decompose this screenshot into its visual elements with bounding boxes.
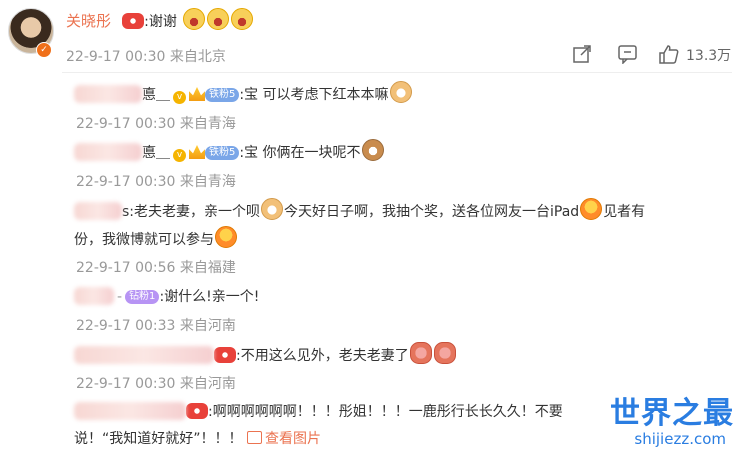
like-icon: [659, 45, 679, 64]
fan-crown-icon: [189, 145, 205, 159]
view-image-link[interactable]: 查看图片: [246, 431, 321, 447]
blurred-username: [74, 402, 186, 420]
comment-4-time: 22-9-17 00:33: [76, 318, 176, 334]
post-text: :谢谢: [144, 14, 177, 30]
comment-5-line: :不用这么见外，老夫老妻了: [74, 342, 457, 365]
comment-6-line2: 说！“我知道好就好”！！！ 查看图片: [74, 428, 321, 448]
blurred-username: [74, 143, 142, 161]
kiss-emoji-icon: [433, 342, 456, 364]
verified-icon: v: [173, 91, 186, 104]
vip-crown-icon: [186, 403, 208, 419]
fan-crown-icon: [189, 87, 205, 101]
comment-4-meta: 22-9-17 00:33 来自河南: [76, 315, 236, 335]
comment-2-line: 悳＿ v 铁粉5:宝 你俩在一块呢不: [74, 139, 385, 162]
comment-3-line2: 份，我微博就可以参与: [74, 226, 238, 249]
post-header: 关晓彤 :谢谢: [66, 8, 254, 31]
comment-3-meta: 22-9-17 00:56 来自福建: [76, 257, 236, 277]
share-icon[interactable]: [572, 44, 592, 69]
comment-6-text-b: 说！“我知道好就好”！！！: [74, 431, 243, 447]
vip-crown-icon: [214, 347, 236, 363]
comment-3-source: 来自福建: [179, 260, 236, 276]
kiss-emoji-icon: [409, 342, 432, 364]
watermark-title: 世界之最: [610, 396, 734, 431]
comment-1-name-fragment[interactable]: 悳＿: [142, 87, 170, 103]
comment-5-time: 22-9-17 00:30: [76, 376, 176, 392]
comment-6-line1: :啊啊啊啊啊啊！！！彤姐！！！一鹿彤行长长久久！不要: [74, 401, 563, 421]
comment-5-source: 来自河南: [179, 376, 236, 392]
comment-2-name-fragment[interactable]: 悳＿: [142, 145, 170, 161]
comment-3-line1: s:老夫老妻，亲一个呗 今天好日子啊，我抽个奖，送各位网友一台iPad 见者有: [74, 198, 645, 221]
comment-3-text-b: 今天好日子啊，我抽个奖，送各位网友一台iPad: [284, 204, 580, 220]
divider: [62, 72, 732, 73]
laugh-emoji-icon: [206, 8, 229, 30]
comment-3-text-d: 份，我微博就可以参与: [74, 232, 214, 248]
doge-emoji-icon: [261, 198, 284, 220]
comment-3-time: 22-9-17 00:56: [76, 260, 176, 276]
comment-4-source: 来自河南: [179, 318, 236, 334]
comment-1-text: :宝 可以考虑下红本本嘛: [239, 87, 389, 103]
doge-emoji-icon: [389, 81, 412, 103]
post-author[interactable]: 关晓彤: [66, 12, 111, 30]
watermark-url: shijiezz.com: [634, 430, 726, 448]
comment-1-source: 来自青海: [179, 116, 236, 132]
post-meta: 22-9-17 00:30 来自北京: [66, 46, 226, 66]
fan-badge: 铁粉5: [205, 146, 240, 160]
post-time: 22-9-17 00:30: [66, 49, 166, 65]
comment-1-time: 22-9-17 00:30: [76, 116, 176, 132]
hug-emoji-icon: [580, 198, 603, 220]
comment-5-meta: 22-9-17 00:30 来自河南: [76, 373, 236, 393]
hug-emoji-icon: [215, 226, 237, 248]
verified-icon: v: [173, 149, 186, 162]
laugh-emoji-icon: [182, 8, 205, 30]
blurred-username: [74, 202, 122, 220]
comment-6-text-a: :啊啊啊啊啊啊！！！彤姐！！！一鹿彤行长长久久！不要: [208, 404, 563, 420]
comment-4-text: :谢什么!亲一个!: [159, 289, 260, 305]
cat-emoji-icon: [361, 139, 384, 161]
blurred-username: [74, 85, 142, 103]
laugh-emoji-icon: [230, 8, 253, 30]
verified-badge-icon: ✓: [36, 42, 52, 58]
comment-3-text-c: 见者有: [603, 204, 646, 220]
comment-2-time: 22-9-17 00:30: [76, 174, 176, 190]
like-count: 13.3万: [686, 48, 732, 64]
image-icon: [246, 431, 262, 444]
fan-badge: 铁粉5: [205, 88, 240, 102]
comment-2-meta: 22-9-17 00:30 来自青海: [76, 171, 236, 191]
blurred-username: [74, 287, 114, 305]
post-source: 来自北京: [169, 49, 226, 65]
comment-4-line: - 钻粉1:谢什么!亲一个!: [74, 286, 259, 306]
like-button[interactable]: 13.3万: [658, 44, 731, 68]
comment-1-line: 悳＿ v 铁粉5:宝 可以考虑下红本本嘛: [74, 81, 413, 104]
fan-badge: 钻粉1: [125, 290, 160, 304]
comment-1-meta: 22-9-17 00:30 来自青海: [76, 113, 236, 133]
vip-crown-icon: [122, 13, 145, 29]
comment-3-text-a: :老夫老妻，亲一个呗: [129, 204, 261, 220]
comment-2-text: :宝 你俩在一块呢不: [239, 145, 361, 161]
comment-5-text: :不用这么见外，老夫老妻了: [236, 348, 409, 364]
comment-icon[interactable]: [617, 44, 639, 69]
comment-2-source: 来自青海: [179, 174, 236, 190]
blurred-username: [74, 346, 214, 364]
